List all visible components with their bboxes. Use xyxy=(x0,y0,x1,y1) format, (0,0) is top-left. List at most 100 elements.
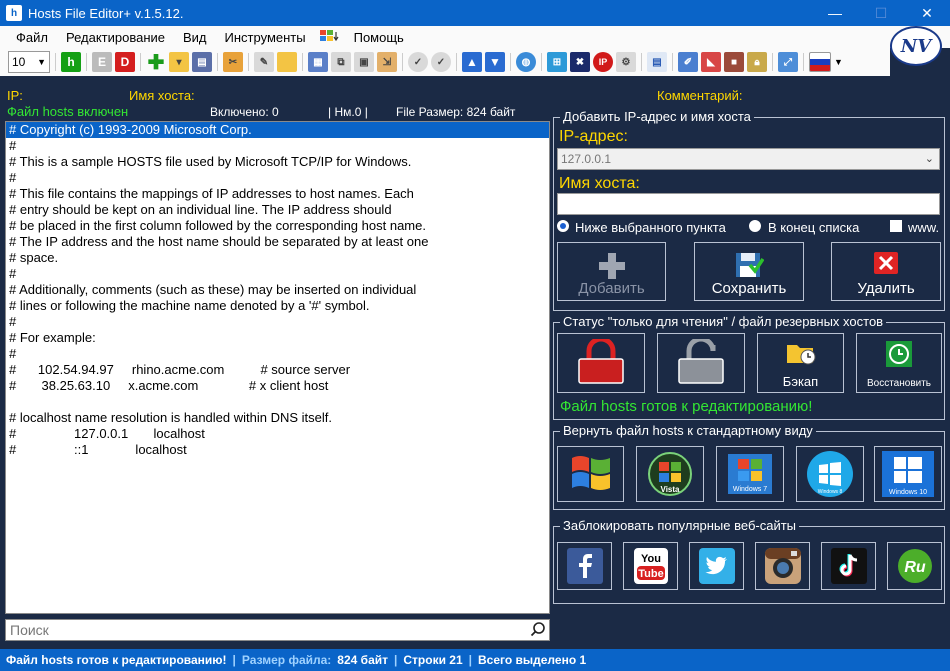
toolbar-separator xyxy=(302,53,303,71)
status-divider: | xyxy=(394,653,398,667)
folder-icon[interactable] xyxy=(277,52,297,72)
editor-line[interactable]: # space. xyxy=(6,250,549,266)
editor-line[interactable]: # For example: xyxy=(6,330,549,346)
document-icon[interactable]: ▤ xyxy=(647,52,667,72)
chevron-down-icon[interactable]: ▼ xyxy=(834,57,843,67)
editor-line[interactable]: # Additionally, comments (such as these)… xyxy=(6,282,549,298)
check-all-icon[interactable]: ✓ xyxy=(431,52,451,72)
menu-file[interactable]: Файл xyxy=(0,30,57,45)
lock-icon[interactable]: 🔒︎ xyxy=(747,52,767,72)
windows-icon[interactable]: ⊞ xyxy=(547,52,567,72)
editor-line[interactable]: # xyxy=(6,346,549,362)
language-flag-icon[interactable] xyxy=(809,52,831,72)
close-button[interactable]: ✕ xyxy=(904,0,950,26)
editor-line[interactable]: # entry should be kept on an individual … xyxy=(6,202,549,218)
block-icon[interactable]: ✖ xyxy=(570,52,590,72)
restore-win8-button[interactable]: Windows 8 xyxy=(796,446,864,502)
search-icon[interactable] xyxy=(527,621,549,640)
brush-icon[interactable]: ✐ xyxy=(678,52,698,72)
move-down-icon[interactable]: ▼ xyxy=(485,52,505,72)
editor-line[interactable]: # This file contains the mappings of IP … xyxy=(6,186,549,202)
hosts-h-button[interactable]: h xyxy=(61,52,81,72)
ip-icon[interactable]: IP xyxy=(593,52,613,72)
menu-edit[interactable]: Редактирование xyxy=(57,30,174,45)
edit-icon[interactable]: ✎ xyxy=(254,52,274,72)
www-checkbox[interactable] xyxy=(890,220,902,235)
restore-win10-button[interactable]: Windows 10 xyxy=(874,446,942,502)
globe-icon[interactable]: ◍ xyxy=(516,52,536,72)
radio-end-of-list[interactable] xyxy=(749,220,761,235)
block-rutube-button[interactable]: Ru xyxy=(887,542,942,590)
add-entry-icon[interactable]: ✚ xyxy=(146,52,166,74)
editor-line[interactable]: # xyxy=(6,314,549,330)
maximize-button[interactable]: ☐ xyxy=(858,0,904,26)
editor-line[interactable]: # ::1 localhost xyxy=(6,442,549,458)
instagram-icon xyxy=(764,548,801,584)
editor-line[interactable]: # xyxy=(6,170,549,186)
move-up-icon[interactable]: ▲ xyxy=(462,52,482,72)
lock-button[interactable] xyxy=(557,333,645,393)
hosts-editor[interactable]: # Copyright (c) 1993-2009 Microsoft Corp… xyxy=(5,121,550,614)
check-icon[interactable]: ✓ xyxy=(408,52,428,72)
restore-vista-button[interactable]: Vista xyxy=(636,446,704,502)
chart-icon[interactable]: ◣ xyxy=(701,52,721,72)
menu-help[interactable]: Помощь xyxy=(345,30,413,45)
menu-tools[interactable]: Инструменты xyxy=(216,30,315,45)
font-size-select[interactable]: 10 ▼ xyxy=(8,51,50,73)
open-folder-icon[interactable]: ▾ xyxy=(169,52,189,72)
editor-line[interactable] xyxy=(6,394,549,410)
editor-line[interactable]: # localhost name resolution is handled w… xyxy=(6,410,549,426)
editor-line[interactable]: # lines or following the machine name de… xyxy=(6,298,549,314)
svg-text:Windows 8: Windows 8 xyxy=(818,489,843,495)
restore-win7-button[interactable]: Windows 7 xyxy=(716,446,784,502)
delete-button[interactable]: Удалить xyxy=(831,242,941,301)
fullscreen-icon[interactable]: ⤢ xyxy=(778,52,798,72)
toolbar-separator xyxy=(402,53,403,71)
radio-below-selected[interactable] xyxy=(557,220,569,235)
minimize-button[interactable]: — xyxy=(812,0,858,26)
editor-line[interactable]: # 127.0.0.1 localhost xyxy=(6,426,549,442)
editor-line[interactable]: # 102.54.94.97 rhino.acme.com # source s… xyxy=(6,362,549,378)
rutube-icon: Ru xyxy=(897,549,932,583)
save-disk-icon[interactable]: ▤ xyxy=(192,52,212,72)
add-button[interactable]: Добавить xyxy=(557,242,666,301)
editor-line[interactable]: # Copyright (c) 1993-2009 Microsoft Corp… xyxy=(6,122,549,138)
copy-icon[interactable]: ⧉ xyxy=(331,52,351,72)
windows-xp-icon xyxy=(571,456,610,490)
search-input[interactable] xyxy=(6,620,527,640)
window-list-icon[interactable]: ▦ xyxy=(308,52,328,72)
comment-column-label: Комментарий: xyxy=(657,88,743,103)
hosts-enabled-label: Файл hosts включен xyxy=(7,104,129,119)
unlock-button[interactable] xyxy=(657,333,745,393)
ip-address-dropdown[interactable]: 127.0.0.1 ⌄ xyxy=(557,148,940,170)
editor-line[interactable]: # xyxy=(6,138,549,154)
editor-line[interactable]: # This is a sample HOSTS file used by Mi… xyxy=(6,154,549,170)
editor-line[interactable]: # xyxy=(6,266,549,282)
windows-flag-menu-icon[interactable] xyxy=(315,29,345,46)
backup-button[interactable]: Бэкап xyxy=(757,333,844,393)
block-facebook-button[interactable] xyxy=(557,542,612,590)
menu-view[interactable]: Вид xyxy=(174,30,216,45)
disable-d-button[interactable]: D xyxy=(115,52,135,72)
editor-line[interactable]: # 38.25.63.10 x.acme.com # x client host xyxy=(6,378,549,394)
tools-icon[interactable]: ✂ xyxy=(223,52,243,72)
block-panel-title: Заблокировать популярные веб-сайты xyxy=(560,518,800,533)
block-tiktok-button[interactable] xyxy=(821,542,876,590)
block-youtube-button[interactable]: You Tube xyxy=(623,542,678,590)
network-icon[interactable]: ⚙ xyxy=(616,52,636,72)
editor-line[interactable]: # The IP address and the host name shoul… xyxy=(6,234,549,250)
toolbar: 10 ▼ h E D ✚ ▾ ▤ ✂ ✎ ▦ ⧉ ▣ ⇲ ✓ ✓ ▲ ▼ ◍ ⊞… xyxy=(0,48,890,76)
export-icon[interactable]: ⇲ xyxy=(377,52,397,72)
logo: NV xyxy=(890,26,942,66)
package-icon[interactable]: ■ xyxy=(724,52,744,72)
enable-e-button[interactable]: E xyxy=(92,52,112,72)
delete-icon xyxy=(873,251,899,279)
save-button[interactable]: Сохранить xyxy=(694,242,804,301)
restore-button[interactable]: Восстановить xyxy=(856,333,942,393)
block-instagram-button[interactable] xyxy=(755,542,810,590)
paste-icon[interactable]: ▣ xyxy=(354,52,374,72)
editor-line[interactable]: # be placed in the first column followed… xyxy=(6,218,549,234)
restore-winxp-button[interactable] xyxy=(557,446,624,502)
hostname-input[interactable] xyxy=(557,193,940,215)
block-twitter-button[interactable] xyxy=(689,542,744,590)
